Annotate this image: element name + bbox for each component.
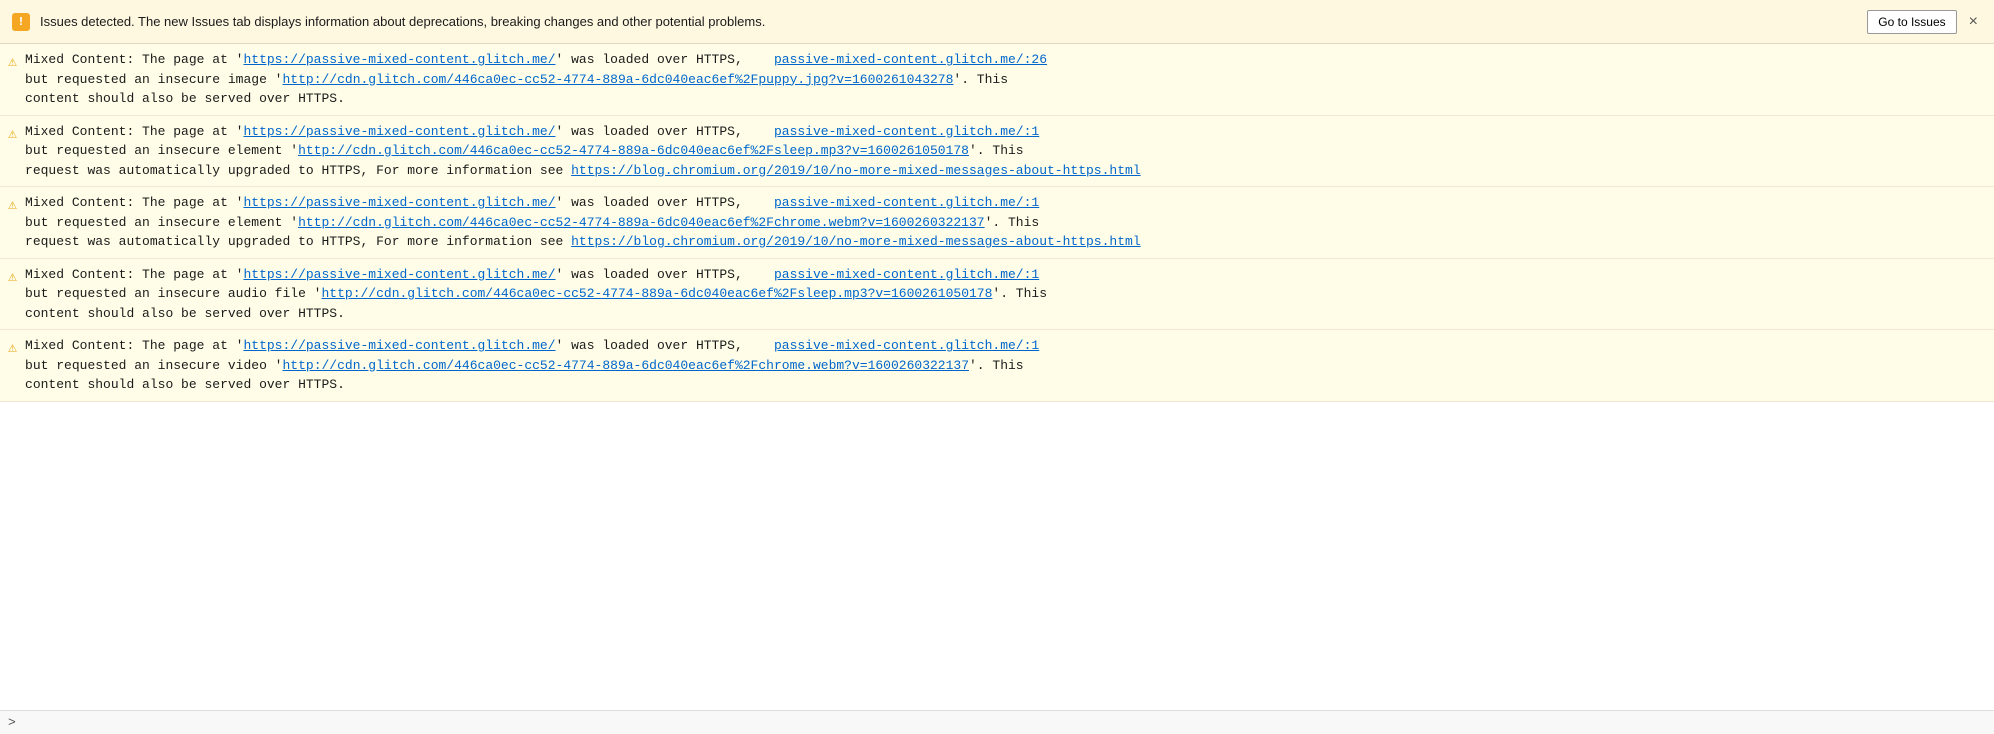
message-text: Mixed Content: The page at 'https://pass… <box>25 124 1141 178</box>
console-link[interactable]: https://passive-mixed-content.glitch.me/ <box>243 124 555 139</box>
message-row: ⚠ Mixed Content: The page at 'https://pas… <box>0 44 1994 116</box>
message-text: Mixed Content: The page at 'https://pass… <box>25 52 1047 106</box>
console-bottom-bar: > <box>0 710 1994 734</box>
issues-warning-icon: ! <box>12 13 30 31</box>
message-row: ⚠ Mixed Content: The page at 'https://pas… <box>0 187 1994 259</box>
message-content: Mixed Content: The page at 'https://pass… <box>25 122 1982 181</box>
console-link[interactable]: passive-mixed-content.glitch.me/:1 <box>774 124 1039 139</box>
message-row: ⚠ Mixed Content: The page at 'https://pas… <box>0 116 1994 188</box>
issues-banner-right: Go to Issues × <box>1867 10 1982 34</box>
console-link[interactable]: https://blog.chromium.org/2019/10/no-mor… <box>571 234 1141 249</box>
message-content: Mixed Content: The page at 'https://pass… <box>25 50 1982 109</box>
warning-triangle-icon: ⚠ <box>8 338 17 357</box>
console-link[interactable]: http://cdn.glitch.com/446ca0ec-cc52-4774… <box>282 72 953 87</box>
message-row: ⚠ Mixed Content: The page at 'https://pas… <box>0 259 1994 331</box>
warning-triangle-icon: ⚠ <box>8 124 17 143</box>
message-row: ⚠ Mixed Content: The page at 'https://pas… <box>0 330 1994 402</box>
message-text: Mixed Content: The page at 'https://pass… <box>25 195 1141 249</box>
console-link[interactable]: https://passive-mixed-content.glitch.me/ <box>243 338 555 353</box>
go-to-issues-button[interactable]: Go to Issues <box>1867 10 1956 34</box>
console-link[interactable]: passive-mixed-content.glitch.me/:1 <box>774 267 1039 282</box>
warning-triangle-icon: ⚠ <box>8 195 17 214</box>
console-link[interactable]: passive-mixed-content.glitch.me/:1 <box>774 195 1039 210</box>
console-panel: ! Issues detected. The new Issues tab di… <box>0 0 1994 734</box>
console-link[interactable]: https://passive-mixed-content.glitch.me/ <box>243 195 555 210</box>
message-content: Mixed Content: The page at 'https://pass… <box>25 265 1982 324</box>
message-text: Mixed Content: The page at 'https://pass… <box>25 267 1047 321</box>
banner-close-button[interactable]: × <box>1965 13 1982 31</box>
console-link[interactable]: https://blog.chromium.org/2019/10/no-mor… <box>571 163 1141 178</box>
console-prompt: > <box>8 715 16 730</box>
console-link[interactable]: http://cdn.glitch.com/446ca0ec-cc52-4774… <box>321 286 992 301</box>
issues-banner-text: Issues detected. The new Issues tab disp… <box>40 14 765 29</box>
message-text: Mixed Content: The page at 'https://pass… <box>25 338 1039 392</box>
warning-triangle-icon: ⚠ <box>8 267 17 286</box>
console-link[interactable]: passive-mixed-content.glitch.me/:1 <box>774 338 1039 353</box>
console-link[interactable]: http://cdn.glitch.com/446ca0ec-cc52-4774… <box>298 143 969 158</box>
issues-banner-left: ! Issues detected. The new Issues tab di… <box>12 13 765 31</box>
console-link[interactable]: http://cdn.glitch.com/446ca0ec-cc52-4774… <box>282 358 969 373</box>
issues-banner: ! Issues detected. The new Issues tab di… <box>0 0 1994 44</box>
console-link[interactable]: https://passive-mixed-content.glitch.me/ <box>243 52 555 67</box>
messages-area: ⚠ Mixed Content: The page at 'https://pas… <box>0 44 1994 710</box>
console-link[interactable]: https://passive-mixed-content.glitch.me/ <box>243 267 555 282</box>
console-link[interactable]: http://cdn.glitch.com/446ca0ec-cc52-4774… <box>298 215 985 230</box>
console-link[interactable]: passive-mixed-content.glitch.me/:26 <box>774 52 1047 67</box>
warning-triangle-icon: ⚠ <box>8 52 17 71</box>
message-content: Mixed Content: The page at 'https://pass… <box>25 193 1982 252</box>
message-content: Mixed Content: The page at 'https://pass… <box>25 336 1982 395</box>
